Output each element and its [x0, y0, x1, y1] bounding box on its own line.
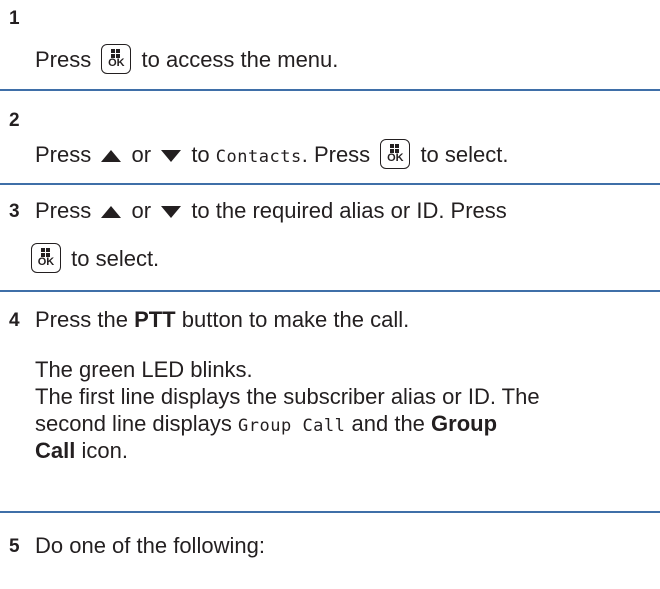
step-4-result-1: The green LED blinks.	[35, 357, 253, 382]
step-number: 4	[9, 310, 20, 331]
divider	[0, 511, 660, 513]
step-4-result-2: The first line displays the subscriber a…	[35, 384, 540, 409]
divider	[0, 89, 660, 91]
step-text: and the	[351, 411, 425, 436]
down-arrow-icon	[161, 150, 182, 162]
step-text: or	[131, 198, 152, 223]
step-2-text: Press or to Contacts. Press OK to select…	[35, 139, 508, 170]
step-3-line-1: Press or to the required alias or ID. Pr…	[35, 198, 507, 224]
step-5-text: Do one of the following:	[35, 533, 265, 558]
step-1-text: Press OK to access the menu.	[35, 44, 338, 74]
step-text: second line displays	[35, 411, 232, 436]
step-4-line-1: Press the PTT button to make the call.	[35, 307, 409, 333]
step-text: Press	[313, 142, 371, 167]
up-arrow-icon	[101, 150, 122, 162]
menu-ok-key-icon: OK	[31, 243, 61, 273]
step-text: Press the	[35, 307, 128, 332]
down-arrow-icon	[161, 206, 182, 218]
step-text: to select.	[420, 142, 509, 167]
group-call-icon-label: Group	[431, 411, 498, 436]
ptt-button-label: PTT	[134, 307, 176, 332]
step-text: icon.	[81, 438, 128, 463]
step-number: 2	[9, 110, 20, 131]
step-text: Press	[35, 47, 92, 72]
step-3-line-2: OK to select.	[31, 243, 159, 273]
step-text: .	[301, 142, 308, 167]
menu-ok-key-icon: OK	[380, 139, 411, 169]
step-text: to access the menu.	[141, 47, 339, 72]
step-number: 3	[9, 201, 20, 222]
step-text: to	[191, 142, 210, 167]
menu-ok-key-icon: OK	[101, 44, 132, 74]
up-arrow-icon	[101, 206, 122, 218]
divider	[0, 290, 660, 292]
step-4-result-3: second line displays Group Call and the …	[35, 411, 497, 439]
step-text: or	[131, 142, 152, 167]
group-call-icon-label: Call	[35, 438, 76, 463]
divider	[0, 183, 660, 185]
step-text: to the required alias or ID. Press	[191, 198, 507, 223]
step-number: 5	[9, 536, 20, 557]
step-text: Press	[35, 142, 92, 167]
step-number: 1	[9, 8, 20, 29]
step-text: Press	[35, 198, 92, 223]
menu-item-contacts: Contacts	[215, 147, 302, 167]
step-text: to select.	[71, 246, 160, 271]
display-text-group-call: Group Call	[238, 416, 346, 436]
step-text: button to make the call.	[181, 307, 410, 332]
step-4-result-4: Call icon.	[35, 438, 128, 464]
